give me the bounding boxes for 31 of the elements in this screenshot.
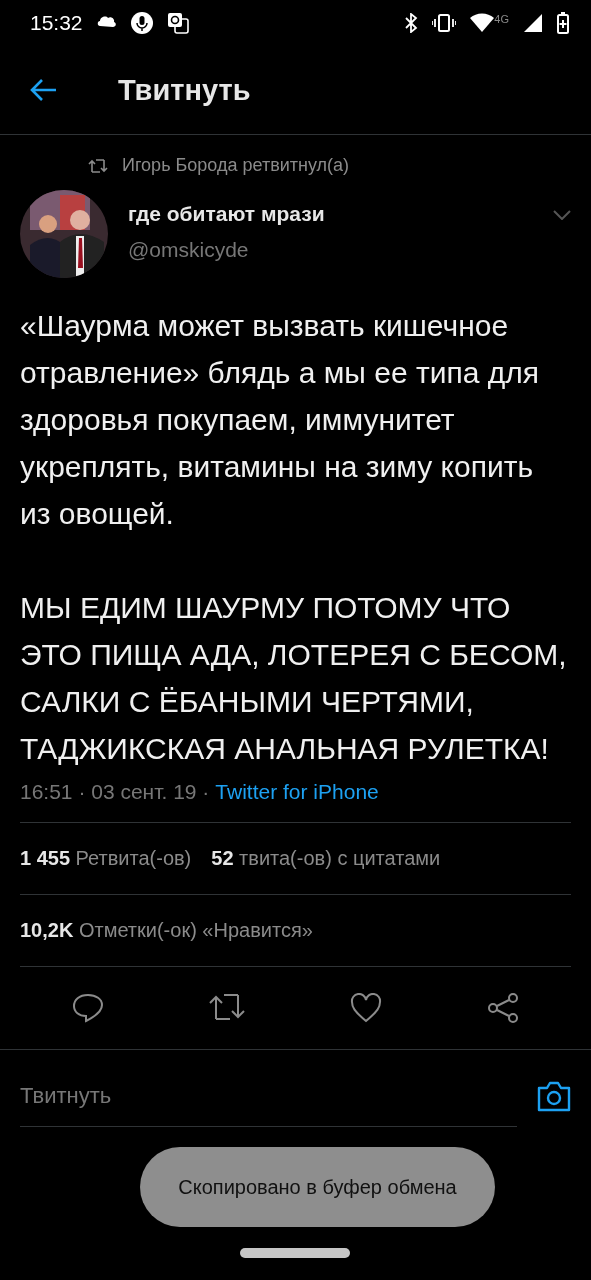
stat-count[interactable]: 52 твита(-ов) с цитатами	[211, 847, 441, 870]
stat-count[interactable]: 1 455 Ретвита(-ов)	[20, 847, 192, 870]
author-handle: @omskicyde	[128, 238, 250, 262]
network-type: 4G	[494, 13, 509, 25]
retweeted-by-text: Игорь Борода ретвитнул(а)	[122, 155, 350, 176]
vibrate-icon	[432, 13, 457, 33]
back-arrow-icon[interactable]	[30, 78, 58, 102]
author-name: где обитают мрази	[128, 202, 326, 226]
tweet-text: МЫ ЕДИМ ШАУРМУ ПОТОМУ ЧТО ЭТО ПИЩА АДА, ЛОТЕРЕЯ С БЕСОМ, САЛКИ С ЁБАНЫМИ ЧЕРТЯМИ, ТАДЖИКСКАЯ АНАЛЬНАЯ РУЛЕТКА!	[20, 590, 568, 767]
chevron-down-icon[interactable]	[553, 210, 571, 220]
translate-icon	[166, 12, 189, 34]
bluetooth-icon	[404, 13, 419, 33]
likes-count[interactable]: 10,2K Отметки(-ок) «Нравится»	[20, 919, 313, 942]
wifi-icon	[470, 13, 495, 33]
battery-icon	[557, 12, 569, 34]
tweet-text: «Шаурма может вызвать кишечное отравление» блядь а мы ее типа для здоровья покупаем, иммунитет укреплять, витамины на зиму копить из овощей.	[20, 308, 540, 532]
toast-notification: Скопировано в буфер обмена	[140, 1147, 495, 1227]
clock-time: 15:32	[30, 11, 83, 35]
home-indicator[interactable]	[240, 1248, 350, 1258]
screen-title: Твитнуть	[118, 73, 251, 107]
tweet-timestamp: 16:51 · 03 сент. 19 ·	[20, 780, 210, 804]
retweet-icon[interactable]	[209, 993, 246, 1021]
share-icon[interactable]	[486, 993, 519, 1023]
reply-field[interactable]: Твитнуть	[20, 1065, 517, 1127]
microphone-icon	[130, 12, 153, 34]
signal-icon	[523, 13, 543, 33]
source-link[interactable]: Twitter for iPhone	[215, 780, 379, 804]
heart-icon[interactable]	[349, 993, 382, 1023]
retweet-icon	[88, 157, 108, 174]
reply-icon[interactable]	[72, 993, 105, 1023]
camera-icon[interactable]	[537, 1080, 571, 1112]
